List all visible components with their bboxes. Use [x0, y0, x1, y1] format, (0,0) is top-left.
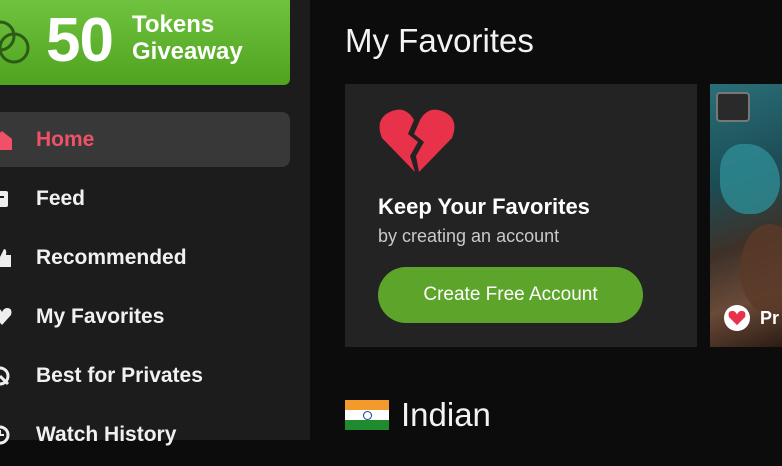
favorites-empty-card: Keep Your Favorites by creating an accou… [345, 84, 697, 347]
thumbs-up-icon [0, 248, 11, 267]
page-title: My Favorites [345, 22, 534, 59]
category-name: Indian [401, 396, 491, 433]
coins-icon [0, 20, 30, 64]
broken-heart-icon [379, 109, 455, 172]
tokens-giveaway-banner[interactable]: 50 Tokens Giveaway [0, 0, 290, 85]
sidebar-item-recommended[interactable]: Recommended [0, 230, 290, 285]
model-thumbnail[interactable]: Pr [710, 84, 782, 347]
sidebar-item-label: Feed [36, 186, 86, 210]
sidebar: 50 Tokens Giveaway Home Feed Recommended… [0, 0, 310, 446]
sidebar-item-feed[interactable]: Feed [0, 171, 290, 226]
sidebar-item-home[interactable]: Home [0, 112, 290, 167]
sidebar-nav: Home Feed Recommended My Favorites Best … [0, 112, 290, 466]
thumbnail-badge-text: Pr [760, 308, 780, 328]
camera-icon [716, 92, 750, 122]
privates-icon [0, 366, 10, 385]
sidebar-item-watch-history[interactable]: Watch History [0, 407, 290, 462]
heart-badge-icon [728, 310, 746, 326]
sidebar-item-label: Recommended [36, 245, 187, 269]
card-subheading: by creating an account [378, 226, 560, 246]
promo-line-1: Tokens [132, 11, 215, 38]
card-heading: Keep Your Favorites [378, 194, 590, 219]
sidebar-item-label: Home [36, 127, 95, 151]
create-free-account-button[interactable]: Create Free Account [378, 267, 643, 323]
india-flag-icon [345, 400, 389, 430]
sidebar-item-label: Best for Privates [36, 363, 203, 387]
home-icon [0, 130, 12, 150]
tokens-amount: 50 [46, 6, 114, 75]
sidebar-item-my-favorites[interactable]: My Favorites [0, 289, 290, 344]
promo-line-2: Giveaway [132, 38, 243, 65]
private-show-icon [724, 305, 750, 331]
thumbnail-image [720, 144, 780, 214]
history-icon [0, 425, 10, 444]
thumbnail-image-detail [740, 224, 782, 314]
sidebar-item-label: Watch History [36, 422, 177, 446]
sidebar-item-best-for-privates[interactable]: Best for Privates [0, 348, 290, 403]
category-heading: Indian [345, 396, 491, 434]
feed-icon [0, 190, 8, 207]
sidebar-item-label: My Favorites [36, 304, 165, 328]
heart-icon [0, 307, 12, 325]
tokens-giveaway-text: Tokens Giveaway [132, 11, 243, 65]
